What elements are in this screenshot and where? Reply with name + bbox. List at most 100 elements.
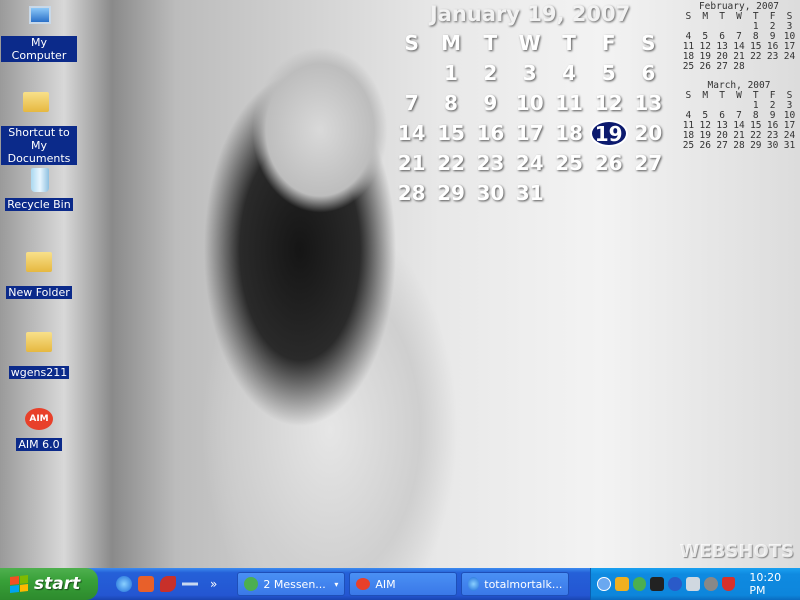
weekday-label: M (702, 90, 709, 101)
day-cell: 24 (783, 51, 796, 62)
weekday-label: S (641, 31, 656, 55)
network-tray-icon[interactable] (686, 577, 700, 591)
day-cell (781, 62, 798, 72)
taskbar: start » 2 Messen... ▾ AIM totalmortalk..… (0, 568, 800, 600)
show-hidden-icons-button[interactable] (597, 577, 611, 591)
internet-explorer-icon[interactable] (116, 576, 132, 592)
mini-calendar-grid: S M T W T F S 1 2 3 4 5 6 7 8 9 10 11 12 13 14 15 16 17 18 19 20 21… (680, 12, 798, 72)
messenger-tray-icon[interactable] (632, 577, 647, 591)
taskbar-button-browser[interactable]: totalmortalk... (461, 572, 570, 596)
messenger-icon (244, 577, 259, 591)
chevron-down-icon: ▾ (334, 579, 339, 589)
desktop-wallpaper: My Computer Shortcut to My Documents Rec… (0, 0, 800, 568)
desktop-icon-wgens211[interactable]: wgens211 (1, 324, 77, 379)
day-cell: 28 (397, 181, 426, 205)
day-cell: 6 (641, 61, 656, 85)
day-cell: 1 (444, 61, 458, 85)
day-cell: 13 (634, 91, 663, 115)
day-cell (589, 178, 629, 208)
desktop-icon-my-computer[interactable]: My Computer (1, 2, 77, 62)
week-row: 14 15 16 17 18 19 20 (392, 118, 668, 148)
day-cell: 27 (634, 151, 663, 175)
day-cell: 27 (716, 61, 728, 72)
taskbar-button-messenger[interactable]: 2 Messen... ▾ (237, 572, 346, 596)
day-cell: 21 (397, 151, 426, 175)
start-button[interactable]: start (0, 568, 98, 600)
day-cell: 25 (682, 61, 695, 72)
windows-logo-icon (10, 575, 28, 593)
documents-icon (23, 92, 55, 124)
day-cell: 24 (515, 151, 544, 175)
weekday-label: T (562, 31, 576, 55)
aim-tray-icon[interactable] (614, 577, 629, 591)
day-cell: 31 (783, 140, 796, 151)
day-cell: 12 (594, 91, 623, 115)
calendar-title: January 19, 2007 (429, 2, 631, 26)
weekday-row: SMTWTFS (680, 91, 798, 101)
week-row: 28 29 30 31 (392, 178, 668, 208)
day-cell: 30 (766, 140, 779, 151)
mail-icon[interactable] (138, 576, 154, 592)
weekday-label: M (702, 11, 709, 22)
day-cell: 14 (397, 121, 426, 145)
webshots-watermark: WEBSHOTS (679, 541, 794, 562)
antivirus-tray-icon[interactable] (668, 577, 683, 591)
day-cell: 10 (515, 91, 544, 115)
aim-icon: AIM (23, 404, 55, 436)
system-tray: 10:20 PM (590, 568, 800, 600)
day-cell: 2 (483, 61, 498, 85)
weekday-label: S (685, 90, 692, 101)
day-cell (629, 178, 668, 208)
day-cell: 20 (634, 121, 663, 145)
today-marker: 19 (589, 119, 628, 147)
day-cell: 26 (699, 61, 711, 72)
day-cell (392, 58, 431, 88)
week-row: 25 26 27 28 29 30 31 (680, 141, 798, 151)
day-cell: 28 (733, 140, 745, 151)
taskbar-button-aim[interactable]: AIM (349, 572, 458, 596)
today-cell: 19 (589, 118, 629, 148)
weekday-label: T (719, 90, 725, 101)
volume-tray-icon[interactable] (703, 577, 718, 591)
weekday-label: T (719, 11, 725, 22)
weekday-label: T (483, 31, 498, 55)
weekday-label: S (404, 31, 419, 55)
media-icon[interactable] (160, 576, 176, 592)
day-cell: 17 (515, 121, 544, 145)
aim-icon (356, 578, 371, 590)
desktop-icon-my-documents[interactable]: Shortcut to My Documents (1, 84, 77, 165)
day-cell: 27 (716, 140, 728, 151)
show-desktop-icon[interactable] (182, 576, 198, 592)
weekday-label: W (736, 90, 742, 101)
day-cell (549, 178, 588, 208)
day-cell: 22 (437, 151, 465, 175)
weekday-row: SMTWTFS (680, 12, 798, 22)
day-cell: 7 (404, 91, 419, 115)
camera-tray-icon[interactable] (650, 577, 665, 591)
weekday-label: S (685, 11, 692, 22)
day-cell: 23 (476, 151, 505, 175)
day-cell: 22 (750, 51, 762, 62)
taskbar-button-label: totalmortalk... (484, 577, 563, 591)
security-shield-icon[interactable] (721, 577, 736, 591)
day-cell: 30 (476, 181, 505, 205)
day-cell: 31 (515, 181, 544, 205)
desktop-icon-new-folder[interactable]: New Folder (1, 244, 77, 299)
desktop-icon-aim[interactable]: AIM AIM 6.0 (1, 404, 77, 451)
day-cell: 3 (522, 61, 537, 85)
day-cell (764, 62, 781, 72)
day-cell: 11 (555, 91, 583, 115)
mini-calendar-grid: S M T W T F S 1 2 3 4 5 6 7 8 9 10 11 12 13 14 15 16 17 18 19 20 21… (680, 91, 798, 151)
clock[interactable]: 10:20 PM (749, 571, 800, 597)
desktop-icon-recycle-bin[interactable]: Recycle Bin (1, 164, 77, 211)
quick-launch-overflow[interactable]: » (210, 577, 217, 591)
day-cell: 4 (562, 61, 576, 85)
weekday-label: W (736, 11, 742, 22)
day-cell: 23 (766, 51, 779, 62)
day-cell: 26 (594, 151, 623, 175)
taskbar-button-label: AIM (375, 577, 396, 591)
computer-icon (23, 2, 55, 34)
weekday-label: F (601, 31, 616, 55)
calendar-grid: S M T W T F S 1 2 3 4 5 6 7 8 9 10 11 12 13 14 15 16 17 18 19 20 21… (392, 28, 668, 208)
day-cell: 8 (444, 91, 458, 115)
